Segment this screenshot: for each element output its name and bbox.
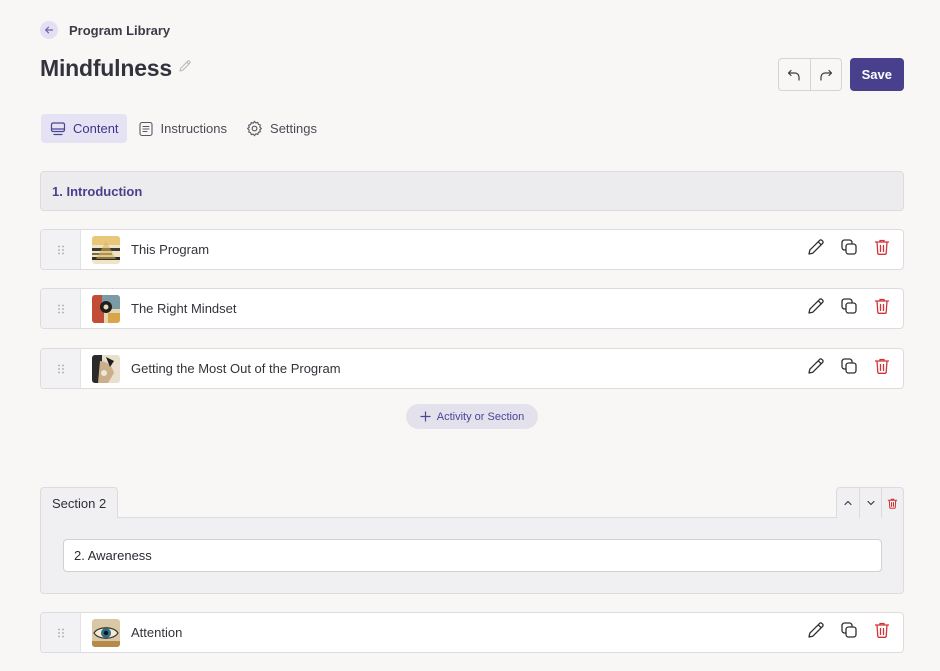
delete-icon[interactable] (872, 237, 892, 262)
section-body (40, 517, 904, 594)
row-actions (806, 356, 903, 381)
undo-button[interactable] (779, 59, 810, 90)
delete-section-button[interactable] (881, 488, 903, 518)
move-down-button[interactable] (859, 488, 881, 518)
section-tab-label: Section 2 (52, 495, 107, 511)
duplicate-icon[interactable] (839, 237, 859, 262)
redo-button[interactable] (809, 59, 841, 90)
history-group (777, 58, 842, 91)
duplicate-icon[interactable] (839, 620, 859, 645)
activity-row[interactable]: Getting the Most Out of the Program (40, 348, 904, 389)
breadcrumb: Program Library (40, 21, 170, 39)
activity-row[interactable]: Attention (40, 612, 904, 653)
row-actions (806, 296, 903, 321)
duplicate-icon[interactable] (839, 356, 859, 381)
row-actions (806, 620, 903, 645)
tab-content-label: Content (73, 121, 119, 136)
toolbar: Save (777, 58, 904, 91)
tab-instructions[interactable]: Instructions (129, 114, 235, 143)
undo-icon (788, 69, 800, 81)
activity-row[interactable]: The Right Mindset (40, 288, 904, 329)
move-up-button[interactable] (837, 488, 859, 518)
back-link[interactable]: Program Library (69, 23, 170, 38)
activity-row[interactable]: This Program (40, 229, 904, 270)
section-editor: Section 2 (40, 487, 904, 594)
delete-icon (887, 498, 898, 509)
tab-content[interactable]: Content (41, 114, 127, 143)
redo-icon (820, 69, 832, 81)
tab-settings-label: Settings (270, 121, 318, 136)
section-title-input[interactable] (63, 539, 882, 572)
duplicate-icon[interactable] (839, 296, 859, 321)
delete-icon[interactable] (872, 296, 892, 321)
tab-settings[interactable]: Settings (237, 114, 325, 143)
tab-instructions-label: Instructions (160, 121, 228, 136)
chevron-up-icon (844, 500, 852, 506)
edit-icon[interactable] (806, 620, 826, 645)
plus-icon (420, 411, 431, 422)
tab-bar: Content Instructions Settings (41, 114, 325, 143)
gear-icon (247, 120, 262, 137)
activity-thumbnail (92, 618, 120, 647)
activity-label: Getting the Most Out of the Program (131, 361, 341, 376)
title-row: Mindfulness (40, 55, 192, 82)
activity-thumbnail (92, 294, 120, 323)
activity-thumbnail (92, 354, 120, 383)
drag-handle-icon[interactable] (41, 349, 81, 388)
add-activity-label: Activity or Section (436, 410, 525, 423)
drag-handle-icon[interactable] (41, 230, 81, 269)
edit-icon[interactable] (806, 356, 826, 381)
chevron-down-icon (866, 500, 875, 506)
monitor-icon (50, 121, 66, 135)
edit-icon[interactable] (806, 296, 826, 321)
activity-label: This Program (131, 242, 210, 257)
activity-label: The Right Mindset (131, 301, 237, 316)
add-activity-button[interactable]: Activity or Section (406, 404, 538, 429)
edit-title-icon[interactable] (178, 59, 192, 78)
row-actions (806, 237, 903, 262)
document-icon (138, 121, 153, 136)
edit-icon[interactable] (806, 237, 826, 262)
back-arrow-icon[interactable] (40, 21, 58, 39)
section-title: 1. Introduction (52, 183, 143, 199)
drag-handle-icon[interactable] (41, 613, 81, 652)
drag-handle-icon[interactable] (41, 289, 81, 328)
activity-thumbnail (92, 235, 120, 264)
activity-label: Attention (131, 625, 183, 640)
section-tab: Section 2 (40, 487, 119, 518)
section-header[interactable]: 1. Introduction (40, 171, 904, 211)
section-controls (836, 487, 904, 518)
delete-icon[interactable] (872, 356, 892, 381)
delete-icon[interactable] (872, 620, 892, 645)
save-button[interactable]: Save (849, 58, 904, 91)
page-title: Mindfulness (40, 55, 172, 81)
